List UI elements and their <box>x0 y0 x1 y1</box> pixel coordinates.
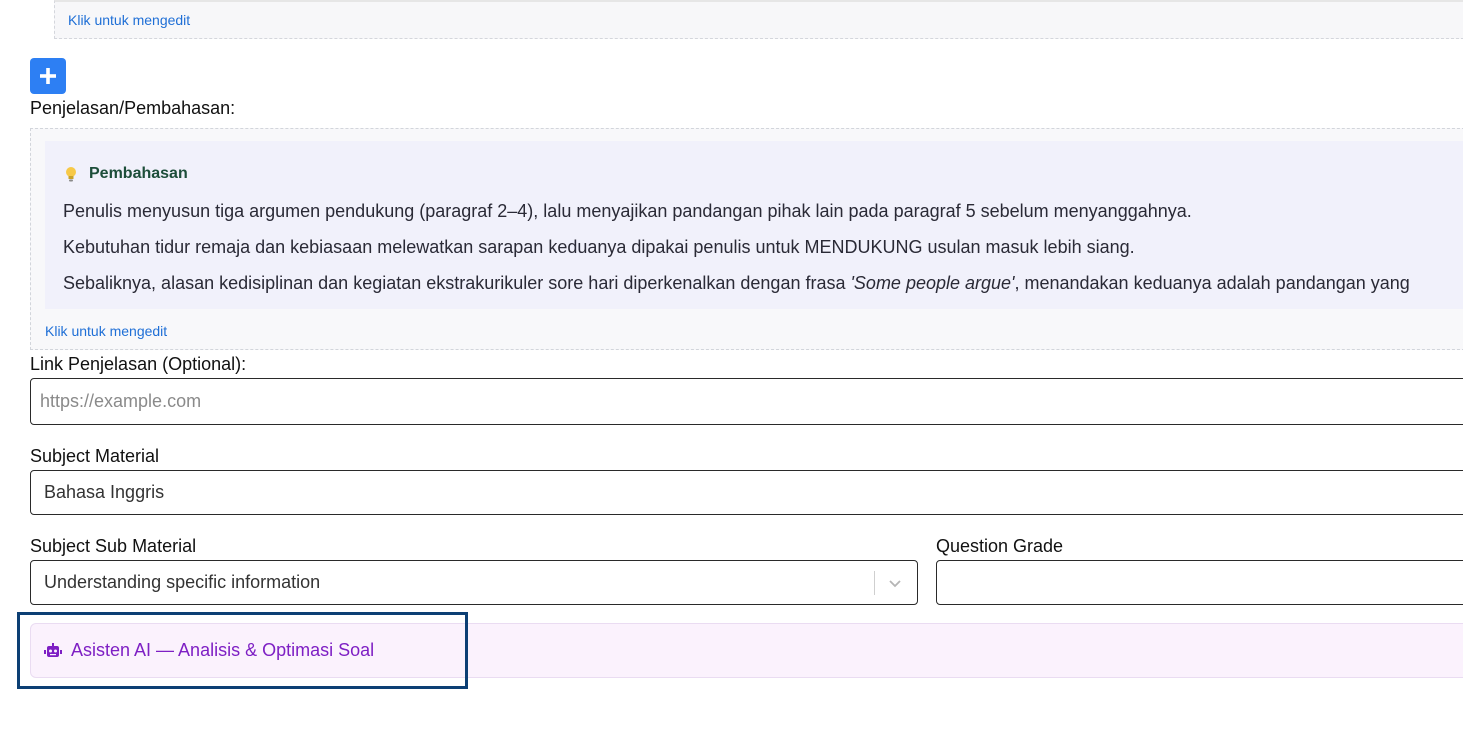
paragraph-3-text-end: , menandakan keduanya adalah pandangan y… <box>1014 273 1410 293</box>
lightbulb-icon <box>66 167 76 182</box>
previous-editor-block[interactable] <box>54 0 1463 39</box>
question-grade-label: Question Grade <box>936 536 1064 556</box>
link-input-wrapper <box>30 378 1463 425</box>
plus-icon <box>40 68 56 84</box>
add-button[interactable] <box>30 58 66 94</box>
explanation-paragraph-2: Kebutuhan tidur remaja dan kebiasaan mel… <box>63 237 1135 257</box>
paragraph-3-text: Sebaliknya, alasan kedisiplinan dan kegi… <box>63 273 851 293</box>
explanation-content: Pembahasan Penulis menyusun tiga argumen… <box>45 141 1463 309</box>
explanation-paragraph-3: Sebaliknya, alasan kedisiplinan dan kegi… <box>63 273 1410 294</box>
explanation-paragraph-1: Penulis menyusun tiga argumen pendukung … <box>63 201 1192 221</box>
subject-material-value: Bahasa Inggris <box>44 482 165 502</box>
edit-hint-link[interactable]: Klik untuk mengedit <box>68 12 190 28</box>
subject-sub-material-select[interactable]: Understanding specific information <box>30 560 918 605</box>
paragraph-3-quote: 'Some people argue' <box>850 273 1015 293</box>
question-grade-wrapper <box>936 560 1463 605</box>
explanation-edit-hint[interactable]: Klik untuk mengedit <box>45 323 167 339</box>
subject-material-label: Subject Material <box>30 446 160 466</box>
subject-sub-material-value: Understanding specific information <box>44 572 321 592</box>
explanation-editor[interactable]: Pembahasan Penulis menyusun tiga argumen… <box>30 128 1463 350</box>
chevron-down-icon[interactable] <box>887 575 903 591</box>
link-label: Link Penjelasan (Optional): <box>30 354 247 374</box>
select-separator <box>874 571 875 595</box>
subject-material-select[interactable]: Bahasa Inggris <box>30 470 1463 515</box>
ai-assistant-toggle[interactable]: Asisten AI — Analisis & Optimasi Soal <box>44 640 374 661</box>
ai-assistant-label: Asisten AI — Analisis & Optimasi Soal <box>71 640 375 660</box>
explanation-label: Penjelasan/Pembahasan: <box>30 98 236 118</box>
robot-icon <box>44 642 62 657</box>
question-grade-input[interactable] <box>937 561 1463 604</box>
link-input[interactable] <box>31 379 1463 424</box>
subject-sub-material-label: Subject Sub Material <box>30 536 197 556</box>
explanation-title-text: Pembahasan <box>89 165 188 182</box>
explanation-title: Pembahasan <box>65 165 188 183</box>
